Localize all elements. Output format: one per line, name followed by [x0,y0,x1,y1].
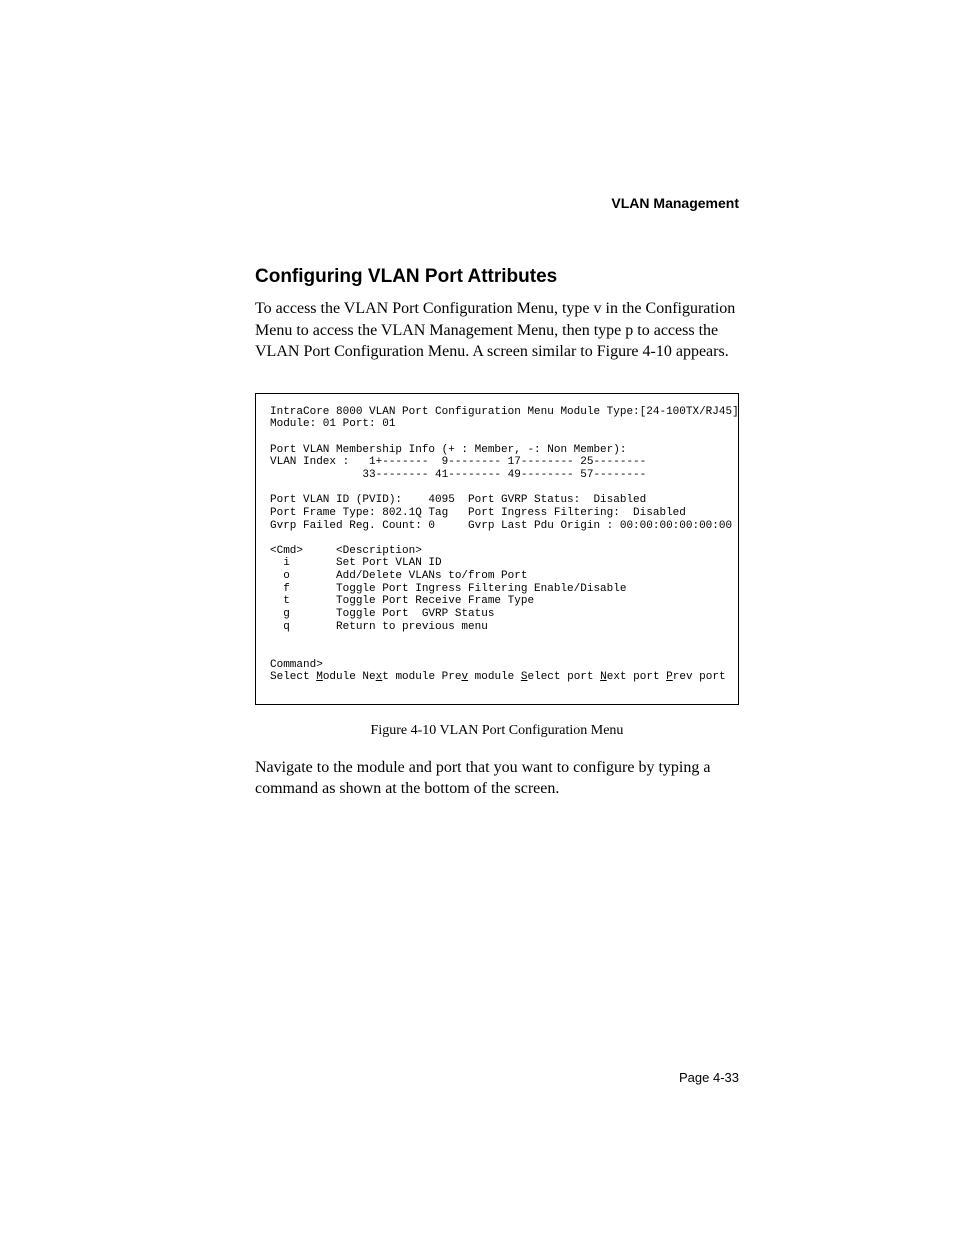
intro-paragraph: To access the VLAN Port Configuration Me… [255,298,739,363]
terminal-line: VLAN Index : 1+------- 9-------- 17-----… [270,456,646,468]
header-section-label: VLAN Management [255,195,739,211]
terminal-line: Module: 01 Port: 01 [270,418,395,430]
terminal-line: g Toggle Port GVRP Status [270,608,494,620]
page-number: Page 4-33 [679,1070,739,1085]
terminal-line: 33-------- 41-------- 49-------- 57-----… [270,469,646,481]
terminal-output: IntraCore 8000 VLAN Port Configuration M… [255,393,739,705]
terminal-line: o Add/Delete VLANs to/from Port [270,570,527,582]
terminal-line: Port VLAN ID (PVID): 4095 Port GVRP Stat… [270,494,646,506]
body-paragraph-2: Navigate to the module and port that you… [255,757,739,800]
terminal-line: q Return to previous menu [270,621,488,633]
terminal-line: <Cmd> <Description> [270,545,422,557]
terminal-line: f Toggle Port Ingress Filtering Enable/D… [270,583,626,595]
terminal-nav-line: Select Module Next module Prev module Se… [270,671,726,683]
terminal-line: Port Frame Type: 802.1Q Tag Port Ingress… [270,507,686,519]
terminal-line: Command> [270,659,323,671]
section-title: Configuring VLAN Port Attributes [255,266,739,288]
terminal-line: Gvrp Failed Reg. Count: 0 Gvrp Last Pdu … [270,520,732,532]
terminal-line: IntraCore 8000 VLAN Port Configuration M… [270,406,739,418]
terminal-line: t Toggle Port Receive Frame Type [270,595,534,607]
figure-caption: Figure 4-10 VLAN Port Configuration Menu [255,723,739,739]
terminal-line: Port VLAN Membership Info (+ : Member, -… [270,444,626,456]
terminal-line: i Set Port VLAN ID [270,557,442,569]
